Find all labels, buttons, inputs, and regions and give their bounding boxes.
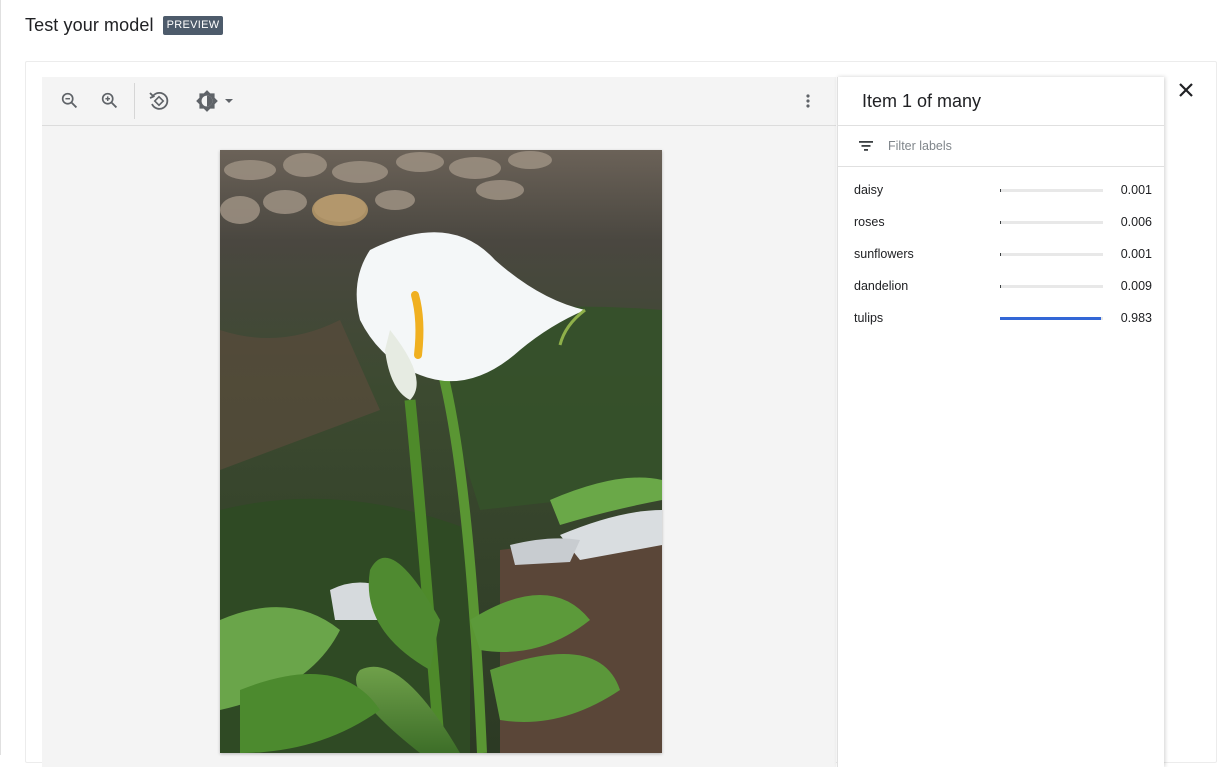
confidence-bar-fill [1000, 285, 1002, 288]
close-icon [1179, 83, 1193, 97]
preview-badge: PREVIEW [162, 15, 224, 35]
confidence-bar [1000, 221, 1103, 224]
label-row: sunflowers 0.001 [838, 239, 1164, 271]
label-row: dandelion 0.009 [838, 271, 1164, 303]
label-score: 0.983 [1120, 311, 1152, 325]
page-header: Test your model PREVIEW [25, 12, 224, 38]
filter-labels-input[interactable] [886, 138, 1130, 154]
more-options-button[interactable] [793, 87, 823, 115]
zoom-out-button[interactable] [55, 87, 85, 115]
label-list: daisy 0.001 roses 0.006 sunflowers 0.001 dande… [838, 167, 1164, 335]
confidence-bar [1000, 285, 1103, 288]
confidence-bar [1000, 317, 1103, 320]
filter-row [838, 126, 1164, 167]
label-name: sunflowers [854, 247, 914, 261]
item-counter: Item 1 of many [862, 90, 982, 111]
viewer-toolbar [42, 77, 836, 126]
confidence-bar [1000, 189, 1103, 192]
prediction-panel: Item 1 of many daisy 0.001 roses 0.006 sunfl… [837, 77, 1164, 767]
confidence-bar-fill [1000, 253, 1002, 256]
more-vert-icon [806, 94, 810, 108]
zoom-in-button[interactable] [95, 87, 125, 115]
label-score: 0.001 [1120, 183, 1152, 197]
label-row: roses 0.006 [838, 207, 1164, 239]
image-viewer [42, 77, 836, 767]
label-name: daisy [854, 183, 884, 197]
confidence-bar-fill [1000, 317, 1102, 320]
label-name: tulips [854, 311, 884, 325]
label-score: 0.006 [1120, 215, 1152, 229]
confidence-bar [1000, 253, 1103, 256]
rotate-button[interactable] [144, 87, 174, 115]
label-name: dandelion [854, 279, 909, 293]
filter-icon [859, 141, 873, 151]
label-score: 0.001 [1120, 247, 1152, 261]
label-row: tulips 0.983 [838, 303, 1164, 335]
close-button[interactable] [1174, 78, 1198, 102]
page-left-border [0, 0, 1, 755]
page-title: Test your model [25, 14, 154, 35]
brightness-icon [195, 90, 218, 112]
confidence-bar-fill [1000, 189, 1002, 192]
zoom-in-icon [101, 92, 118, 109]
rotate-icon [149, 91, 169, 110]
label-row: daisy 0.001 [838, 175, 1164, 207]
label-score: 0.009 [1120, 279, 1152, 293]
preview-image [220, 150, 662, 753]
brightness-button[interactable] [190, 87, 238, 115]
zoom-out-icon [61, 92, 78, 109]
calla-lily-photo [220, 150, 662, 753]
confidence-bar-fill [1000, 221, 1002, 224]
chevron-down-icon [224, 99, 233, 103]
label-name: roses [854, 215, 885, 229]
toolbar-divider [134, 83, 135, 119]
side-panel-header: Item 1 of many [838, 77, 1164, 126]
